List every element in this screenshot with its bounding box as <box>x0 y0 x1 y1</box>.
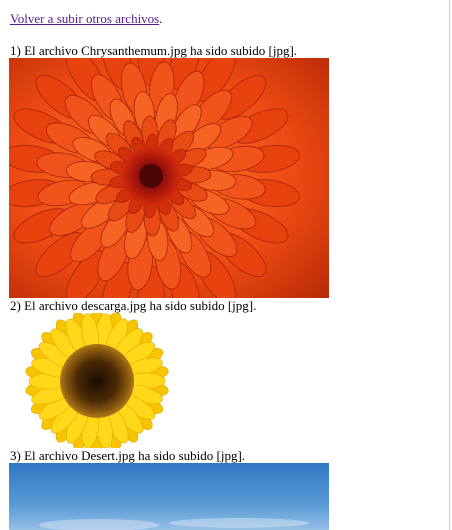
back-link-suffix: . <box>159 11 163 26</box>
desert-sky-image <box>9 463 329 530</box>
file-1-status: 1) El archivo Chrysanthemum.jpg ha sido … <box>10 43 298 58</box>
sunflower-image <box>9 313 189 448</box>
back-to-upload-link[interactable]: Volver a subir otros archivos <box>10 11 159 26</box>
file-3-status: 3) El archivo Desert.jpg ha sido subido … <box>10 448 246 463</box>
file-2-status: 2) El archivo descarga.jpg ha sido subid… <box>10 298 257 313</box>
chrysanthemum-image <box>9 58 329 298</box>
back-line: Volver a subir otros archivos. <box>10 10 440 28</box>
upload-results: Volver a subir otros archivos. 1) El arc… <box>9 10 440 530</box>
